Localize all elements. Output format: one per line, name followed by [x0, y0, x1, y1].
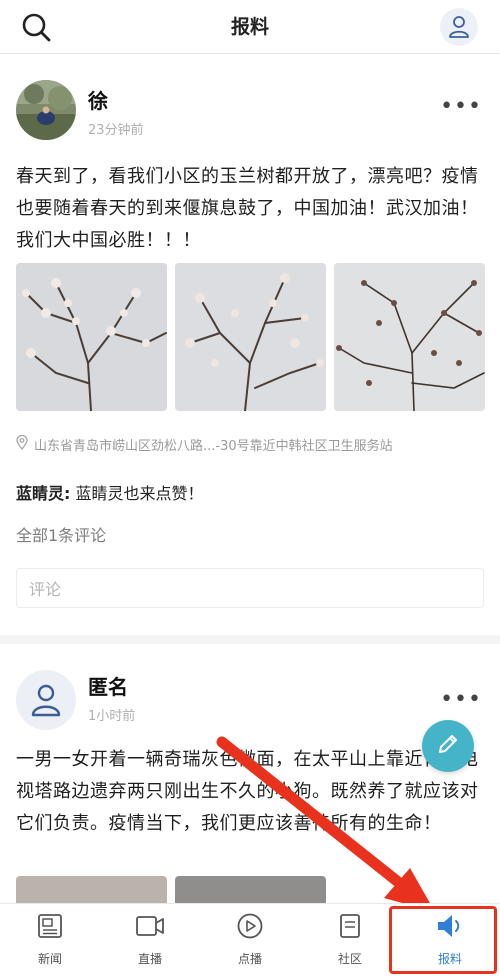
post-location[interactable]: 山东省青岛市崂山区劲松八路...-30号靠近中韩社区卫生服务站: [16, 434, 484, 454]
reply-author[interactable]: 蓝睛灵:: [16, 484, 70, 503]
post-image[interactable]: [16, 263, 167, 411]
post-card: 徐 23分钟前 ••• 春天到了，看我们小区的玉兰树都开放了，漂亮吧？疫情也要随…: [0, 55, 500, 635]
post-image[interactable]: [175, 263, 326, 411]
post-author[interactable]: 徐: [88, 85, 108, 114]
post-author[interactable]: 匿名: [88, 671, 128, 700]
tab-live[interactable]: 直播: [100, 904, 200, 978]
tab-label: 社区: [337, 952, 362, 966]
reply-text: 蓝睛灵也来点赞！: [75, 484, 204, 503]
post-time: 23分钟前: [88, 123, 144, 138]
tab-vod[interactable]: 点播: [200, 904, 300, 978]
post-image[interactable]: [16, 876, 167, 903]
location-pin-icon: [16, 434, 28, 454]
post-image[interactable]: [175, 876, 326, 903]
user-profile-icon[interactable]: [440, 8, 478, 46]
community-icon: [336, 912, 364, 944]
page-title: 报料: [230, 16, 269, 38]
comment-count[interactable]: 全部1条评论: [16, 522, 106, 546]
avatar[interactable]: [16, 80, 76, 140]
image-grid: [16, 263, 485, 411]
tab-news[interactable]: 新闻: [0, 904, 100, 978]
more-options-icon[interactable]: •••: [440, 689, 482, 711]
post-image[interactable]: [334, 263, 485, 411]
location-text: 山东省青岛市崂山区劲松八路...-30号靠近中韩社区卫生服务站: [34, 439, 393, 454]
more-options-icon[interactable]: •••: [440, 96, 482, 118]
pencil-icon: [436, 732, 460, 760]
tab-label: 点播: [237, 952, 262, 966]
post-time: 1小时前: [88, 709, 136, 724]
comment-input[interactable]: 评论: [16, 568, 484, 608]
top-bar: 报料: [0, 0, 500, 54]
image-grid: [16, 876, 326, 903]
avatar[interactable]: [16, 670, 76, 730]
highlight-box: [389, 906, 497, 974]
divider: [0, 635, 500, 644]
post-text: 春天到了，看我们小区的玉兰树都开放了，漂亮吧？疫情也要随着春天的到来偃旗息鼓了，…: [16, 166, 479, 251]
reply: 蓝睛灵: 蓝睛灵也来点赞！: [16, 480, 204, 504]
tab-community[interactable]: 社区: [300, 904, 400, 978]
feed[interactable]: 徐 23分钟前 ••• 春天到了，看我们小区的玉兰树都开放了，漂亮吧？疫情也要随…: [0, 55, 500, 903]
tab-label: 直播: [137, 952, 162, 966]
compose-button[interactable]: [422, 720, 474, 772]
live-video-icon: [135, 912, 165, 944]
post-text: 一男一女开着一辆奇瑞灰色微面，在太平山上靠近青岛电视塔路边遗弃两只刚出生不久的小…: [16, 749, 479, 834]
tab-label: 新闻: [37, 952, 62, 966]
post-card: 匿名 1小时前 ••• 一男一女开着一辆奇瑞灰色微面，在太平山上靠近青岛电视塔路…: [0, 644, 500, 903]
news-icon: [36, 912, 64, 944]
comment-placeholder: 评论: [29, 580, 62, 599]
play-icon: [236, 912, 264, 944]
